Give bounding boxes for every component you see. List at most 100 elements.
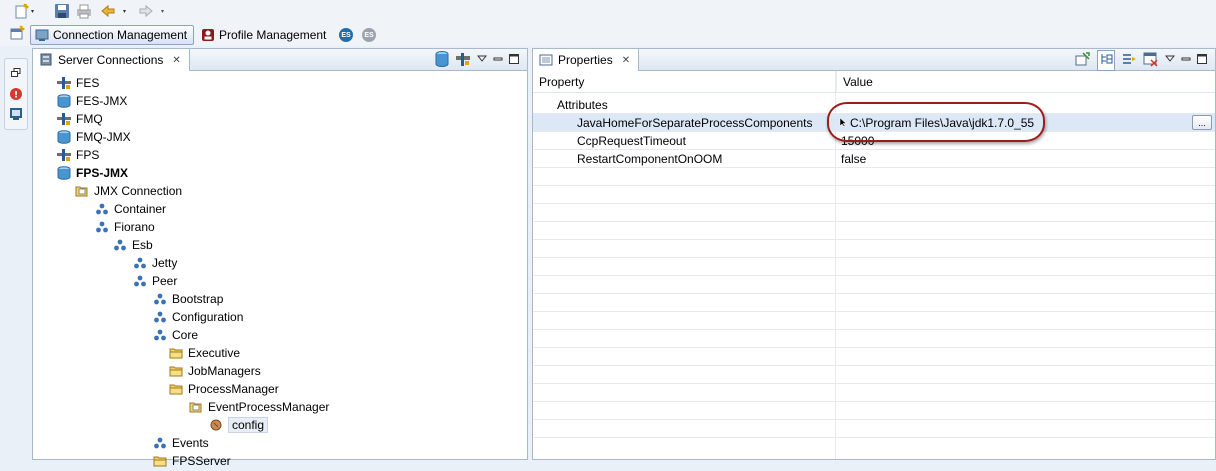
error-log-icon: ! (9, 88, 23, 104)
property-value[interactable]: false (841, 150, 866, 167)
tree-node-label: Fiorano (114, 220, 155, 234)
tree-node[interactable]: Peer (133, 272, 177, 290)
column-header-property[interactable]: Property (533, 71, 835, 93)
server-antenna-icon (57, 76, 71, 90)
empty-row (533, 240, 1215, 258)
tree-node[interactable]: Container (95, 200, 166, 218)
tab-label: Server Connections (58, 53, 164, 67)
tree-node-label: Events (172, 436, 209, 450)
column-header-value[interactable]: Value (836, 71, 1215, 93)
tree-node[interactable]: Core (153, 326, 198, 344)
new-wizard-button[interactable] (14, 2, 36, 22)
show-advanced-icon[interactable] (1121, 51, 1137, 70)
tree-node[interactable]: FMQ-JMX (57, 128, 131, 146)
tree-node-label: FPSServer (172, 454, 231, 468)
tree-node[interactable]: Executive (169, 344, 240, 362)
minimized-view-trim: ! (4, 58, 28, 130)
empty-row (533, 222, 1215, 240)
server-antenna-icon[interactable] (455, 51, 471, 70)
profile-management-icon (201, 28, 215, 42)
tree-node[interactable]: Jetty (133, 254, 177, 272)
empty-row (533, 402, 1215, 420)
tree-node[interactable]: FPS-JMX (57, 164, 128, 182)
tab-server-connections[interactable]: Server Connections ✕ (33, 49, 190, 71)
problems-view-button[interactable]: ! (9, 87, 23, 104)
restore-button[interactable] (11, 67, 21, 81)
database-icon (57, 94, 71, 108)
tree-node[interactable]: FES-JMX (57, 92, 127, 110)
perspective-profile-management[interactable]: Profile Management (197, 25, 333, 45)
tree-node[interactable]: Esb (113, 236, 153, 254)
tree-node[interactable]: FES (57, 74, 99, 92)
tree-node-label: Executive (188, 346, 241, 360)
es-blue-icon: ES (339, 28, 353, 42)
empty-row (533, 420, 1215, 438)
mbean-domain-icon (113, 238, 127, 252)
property-name: CcpRequestTimeout (577, 133, 686, 148)
tree-node[interactable]: EventProcessManager (189, 398, 329, 416)
empty-row (533, 312, 1215, 330)
close-icon[interactable]: ✕ (172, 55, 180, 66)
tree-node-label: FMQ (76, 112, 103, 126)
save-button[interactable] (54, 3, 70, 20)
perspective-connection-management[interactable]: Connection Management (30, 25, 194, 45)
tree-node[interactable]: config (209, 416, 269, 434)
view-menu-icon[interactable] (1164, 53, 1176, 67)
empty-row (533, 186, 1215, 204)
pin-view-icon[interactable] (1075, 51, 1091, 70)
view-menu-icon[interactable] (476, 53, 488, 67)
new-icon (14, 2, 36, 22)
empty-row (533, 366, 1215, 384)
eventing-perspective-button[interactable]: ES (339, 27, 353, 43)
database-icon[interactable] (435, 50, 449, 70)
minimize-icon[interactable] (1181, 53, 1191, 67)
server-antenna-icon (57, 112, 71, 126)
tree-node[interactable]: FPS (57, 146, 99, 164)
console-view-button[interactable] (9, 107, 23, 124)
close-icon[interactable]: ✕ (622, 55, 630, 66)
tree-node[interactable]: JMX Connection (75, 182, 182, 200)
restore-default-icon[interactable] (1143, 51, 1159, 70)
tree-node[interactable]: Fiorano (95, 218, 155, 236)
property-name: JavaHomeForSeparateProcessComponents (577, 115, 813, 130)
forward-arrow-icon (138, 3, 170, 22)
tab-properties[interactable]: Properties ✕ (533, 49, 640, 71)
property-row-restart-component[interactable]: RestartComponentOnOOM false (533, 150, 1215, 168)
tree-node[interactable]: Bootstrap (153, 290, 223, 308)
browse-button[interactable]: ... (1192, 115, 1212, 130)
mbean-domain-icon (95, 220, 109, 234)
open-folder-icon (189, 400, 203, 414)
print-button[interactable] (76, 4, 92, 20)
show-categories-icon[interactable] (1097, 49, 1115, 71)
empty-row (533, 330, 1215, 348)
forward-button[interactable] (138, 4, 170, 20)
empty-row (533, 384, 1215, 402)
tree-node[interactable]: FPSServer (153, 452, 231, 470)
tree-node[interactable]: Events (153, 434, 209, 452)
mbean-domain-icon (153, 436, 167, 450)
maximize-icon[interactable] (1197, 53, 1207, 67)
tree-node-label: JMX Connection (94, 184, 183, 198)
properties-icon (539, 53, 553, 67)
minimize-icon[interactable] (493, 53, 503, 67)
folder-icon (153, 454, 167, 468)
mbean-domain-icon (133, 256, 147, 270)
es-grey-icon: ES (362, 28, 376, 42)
open-folder-icon (75, 184, 89, 198)
server-connections-tabbar: Server Connections ✕ (33, 49, 527, 71)
properties-toolbar (1075, 49, 1207, 71)
tree-node[interactable]: JobManagers (169, 362, 261, 380)
main-toolbar (0, 0, 1216, 24)
perspective-bar: Connection Management Profile Management… (0, 24, 1216, 46)
tree-node-label: FPS (76, 148, 100, 162)
tree-node[interactable]: Configuration (153, 308, 243, 326)
tree-node[interactable]: ProcessManager (169, 380, 279, 398)
open-perspective-button[interactable] (9, 25, 25, 42)
back-arrow-icon (100, 3, 132, 22)
tree-node[interactable]: FMQ (57, 110, 103, 128)
eventing-perspective-alt-button[interactable]: ES (362, 27, 376, 43)
back-button[interactable] (100, 4, 132, 20)
empty-row (533, 294, 1215, 312)
folder-icon (169, 382, 183, 396)
maximize-icon[interactable] (509, 53, 519, 67)
